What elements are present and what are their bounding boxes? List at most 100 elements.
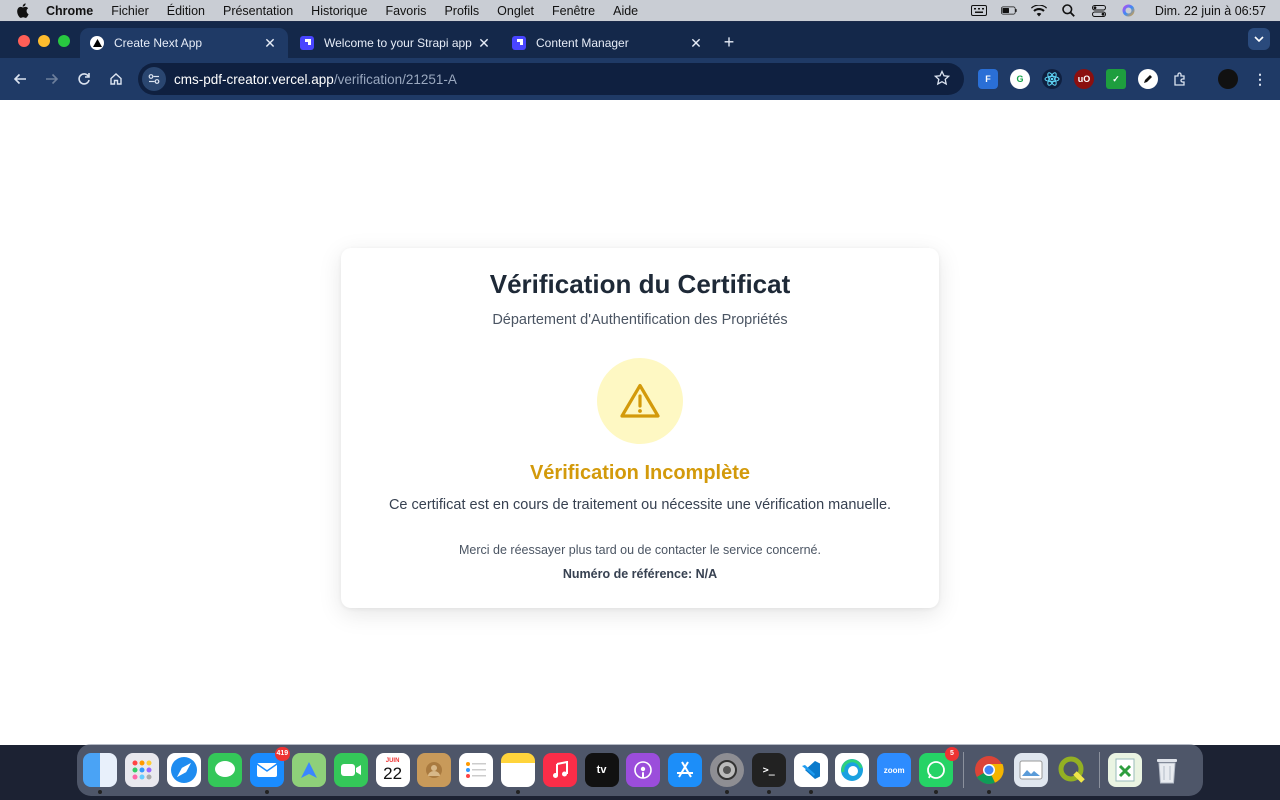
contacts-icon[interactable] [417,753,452,787]
forward-arrow-icon[interactable] [42,69,62,89]
back-arrow-icon[interactable] [10,69,30,89]
safari-icon[interactable] [166,753,201,787]
appletv-label: tv [596,764,607,776]
siri-icon[interactable] [1121,4,1137,17]
tab-search-chevron-icon[interactable] [1248,28,1270,50]
card-title: Vérification du Certificat [489,269,791,299]
react-devtools-extension-icon[interactable] [1042,69,1062,89]
page-content: Vérification du Certificat Département d… [0,100,1280,745]
keyboard-icon[interactable] [970,5,987,17]
verification-card: Vérification du Certificat Département d… [341,248,939,608]
tab-title: Welcome to your Strapi app [324,36,472,50]
extensions-puzzle-icon[interactable] [1170,69,1190,89]
app-store-icon[interactable] [668,753,703,787]
qgis-icon[interactable] [1055,753,1089,787]
nextjs-favicon-icon [90,36,104,50]
profile-avatar[interactable] [1218,69,1238,89]
podcasts-icon[interactable] [626,753,661,787]
wifi-icon[interactable] [1030,4,1047,17]
calendar-icon[interactable]: JUIN 22 [375,753,410,787]
zoom-window-button[interactable] [58,35,70,47]
tab-title: Create Next App [114,36,203,50]
spotlight-search-icon[interactable] [1061,4,1077,17]
menu-fenetre[interactable]: Fenêtre [552,4,595,18]
menu-historique[interactable]: Historique [311,4,367,18]
whatsapp-icon[interactable]: 5 [918,747,959,794]
browser-window: Create Next App ✕ Welcome to your Strapi… [0,22,1280,745]
url-host: cms-pdf-creator.vercel.app [174,71,334,87]
calendar-day: 22 [383,764,403,783]
menu-clock[interactable]: Dim. 22 juin à 06:57 [1155,4,1266,18]
document-file-icon[interactable] [1108,753,1143,787]
terminal-icon[interactable]: >_ [751,753,786,794]
menu-onglet[interactable]: Onglet [497,4,534,18]
new-tab-button[interactable]: + [718,31,740,53]
address-bar[interactable]: cms-pdf-creator.vercel.app/verification/… [138,63,964,95]
launchpad-icon[interactable] [124,753,159,787]
extension-fi-icon[interactable]: F [978,69,998,89]
warning-badge [597,358,683,444]
menu-aide[interactable]: Aide [613,4,638,18]
mail-icon[interactable]: 419 [250,747,291,794]
strapi-favicon-icon [512,36,526,50]
whatsapp-badge: 5 [944,747,959,761]
retry-message: Merci de réessayer plus tard ou de conta… [459,543,821,557]
menu-profils[interactable]: Profils [444,4,479,18]
battery-icon[interactable] [1000,5,1017,17]
notes-icon[interactable] [500,753,535,794]
finder-icon[interactable] [83,753,117,794]
control-center-icon[interactable] [1091,4,1107,17]
zoom-icon[interactable]: zoom [877,753,912,787]
window-controls [18,35,70,47]
menu-presentation[interactable]: Présentation [223,4,293,18]
tab-strapi-welcome[interactable]: Welcome to your Strapi app ✕ [290,28,502,58]
status-description: Ce certificat est en cours de traitement… [388,497,892,513]
tab-content-manager[interactable]: Content Manager ✕ [502,28,714,58]
grammarly-extension-icon[interactable]: G [1010,69,1030,89]
facetime-icon[interactable] [333,753,368,787]
ublock-extension-icon[interactable]: uO [1074,69,1094,89]
home-icon[interactable] [106,69,126,89]
close-tab-icon[interactable]: ✕ [476,35,492,51]
vscode-icon[interactable] [793,753,828,794]
url-path: /verification/21251-A [333,71,457,87]
preview-icon[interactable] [1013,753,1048,787]
pen-extension-icon[interactable] [1138,69,1158,89]
tab-strip: Create Next App ✕ Welcome to your Strapi… [0,22,1280,58]
warning-triangle-icon [620,383,660,418]
trash-icon[interactable] [1150,753,1184,787]
bookmark-star-icon[interactable] [933,69,952,88]
close-window-button[interactable] [18,35,30,47]
menu-app-name[interactable]: Chrome [46,4,93,18]
tab-title: Content Manager [536,36,629,50]
site-settings-icon[interactable] [142,67,166,91]
dock-separator [1099,752,1101,788]
reference-number: Numéro de référence: N/A [562,567,718,581]
appletv-icon[interactable]: tv [584,753,619,787]
menu-edition[interactable]: Édition [167,4,205,18]
status-title: Vérification Incomplète [529,462,751,484]
zoom-label: zoom [883,765,905,775]
menu-bar: Chrome Fichier Édition Présentation Hist… [0,0,1280,21]
chrome-icon[interactable] [972,753,1006,794]
checkbox-extension-icon[interactable]: ✓ [1106,69,1126,89]
maps-icon[interactable] [291,753,326,787]
minimize-window-button[interactable] [38,35,50,47]
mail-badge: 419 [274,747,291,761]
menu-favoris[interactable]: Favoris [385,4,426,18]
close-tab-icon[interactable]: ✕ [262,35,278,51]
music-icon[interactable] [542,753,577,787]
dock-separator [962,752,964,788]
close-tab-icon[interactable]: ✕ [688,35,704,51]
browser-toolbar: cms-pdf-creator.vercel.app/verification/… [0,58,1280,100]
reminders-icon[interactable] [459,753,494,787]
system-settings-icon[interactable] [709,753,744,794]
reload-icon[interactable] [74,69,94,89]
messages-icon[interactable] [208,753,243,787]
edge-icon[interactable] [835,753,870,787]
apple-menu-icon[interactable] [16,3,32,18]
menu-fichier[interactable]: Fichier [111,4,149,18]
chrome-menu-icon[interactable]: ⋮ [1250,69,1270,89]
tab-create-next-app[interactable]: Create Next App ✕ [80,28,288,58]
dock: 419 JUIN 22 tv >_ zoom 5 [77,744,1203,796]
